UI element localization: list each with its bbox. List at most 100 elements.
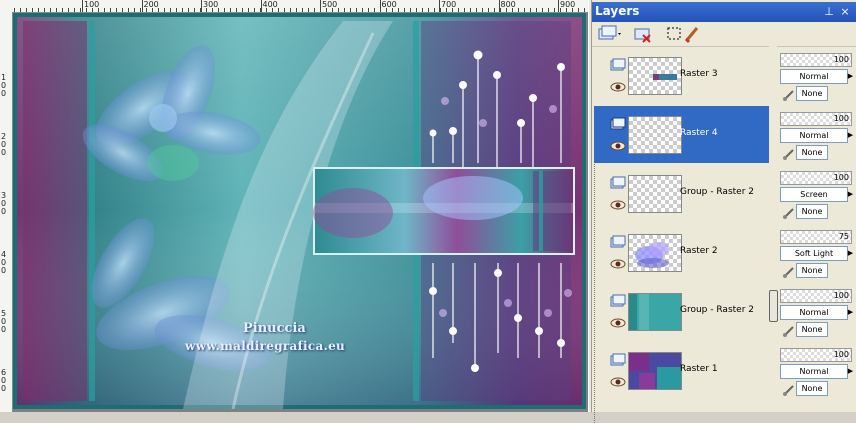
layer-properties: 75 Soft Light ▶ None <box>780 224 856 281</box>
layer-row[interactable]: Raster 1 <box>594 342 769 399</box>
ruler-minor-tick <box>278 8 279 12</box>
ruler-minor-tick <box>248 8 249 12</box>
blend-mode-dropdown[interactable]: Normal <box>780 128 848 143</box>
close-icon[interactable]: × <box>838 5 852 19</box>
ruler-label: 800 <box>500 0 516 9</box>
ruler-minor-tick <box>368 8 369 12</box>
dropdown-arrow-icon[interactable]: ▶ <box>846 364 855 379</box>
mask-button[interactable]: None <box>796 263 828 278</box>
layer-row[interactable]: Raster 3 <box>594 47 769 104</box>
ruler-label: 600 <box>381 0 397 9</box>
ruler-minor-tick <box>452 8 453 12</box>
ruler-minor-tick <box>296 8 297 12</box>
ruler-minor-tick <box>74 8 75 12</box>
palette-title: Layers <box>595 4 640 18</box>
brush-icon <box>782 146 796 160</box>
ruler-label: 0 <box>1 266 7 275</box>
layer-name: Raster 1 <box>680 364 718 374</box>
mask-button[interactable]: None <box>796 381 828 396</box>
blend-mode-dropdown[interactable]: Normal <box>780 305 848 320</box>
brush-icon <box>782 87 796 101</box>
blend-mode-dropdown[interactable]: Screen <box>780 187 848 202</box>
opacity-slider[interactable]: 100 <box>780 289 852 303</box>
brush-icon[interactable] <box>682 24 704 44</box>
ruler-minor-tick <box>164 8 165 12</box>
ruler-minor-tick <box>230 8 231 12</box>
visibility-eye-icon[interactable] <box>610 77 626 92</box>
ruler-minor-tick <box>566 8 567 12</box>
layer-row-selected[interactable]: Raster 4 <box>594 106 769 163</box>
image-canvas-area[interactable]: 100 200 300 400 500 600 700 800 900 100200300400… <box>0 0 588 412</box>
layer-thumbnail <box>628 234 682 272</box>
raster-layer-icon <box>610 352 626 366</box>
dropdown-arrow-icon[interactable]: ▶ <box>846 246 855 261</box>
ruler-minor-tick <box>224 8 225 12</box>
opacity-slider[interactable]: 100 <box>780 53 852 67</box>
ruler-minor-tick <box>128 8 129 12</box>
visibility-eye-icon[interactable] <box>610 195 626 210</box>
ruler-minor-tick <box>584 8 585 12</box>
mask-button[interactable]: None <box>796 204 828 219</box>
layers-palette: Layers ⊥ × Raster 3 Raster 4 Group - Ras… <box>592 0 856 423</box>
ruler-minor-tick <box>218 8 219 12</box>
scroll-thumb[interactable] <box>769 290 778 322</box>
ruler-minor-tick <box>236 8 237 12</box>
ruler-label: 0 <box>1 325 7 334</box>
ruler-minor-tick <box>374 8 375 12</box>
ruler-minor-tick <box>320 8 321 12</box>
layer-name: Raster 3 <box>680 69 718 79</box>
dropdown-arrow-icon[interactable]: ▶ <box>846 69 855 84</box>
dropdown-arrow-icon[interactable]: ▶ <box>846 305 855 320</box>
ruler-minor-tick <box>398 8 399 12</box>
ruler-minor-tick <box>170 8 171 12</box>
visibility-eye-icon[interactable] <box>610 313 626 328</box>
pin-icon[interactable]: ⊥ <box>822 5 836 19</box>
horizontal-ruler: 100 200 300 400 500 600 700 800 900 <box>0 0 588 13</box>
new-layer-icon[interactable] <box>596 24 621 44</box>
visibility-eye-icon[interactable] <box>610 254 626 269</box>
mask-button[interactable]: None <box>796 86 828 101</box>
opacity-slider[interactable]: 100 <box>780 171 852 185</box>
ruler-minor-tick <box>482 8 483 12</box>
brush-icon <box>782 205 796 219</box>
artwork-canvas[interactable]: Pinuccia www.maldiregrafica.eu <box>13 13 586 410</box>
ruler-minor-tick <box>356 8 357 12</box>
layers-scrollbar[interactable] <box>769 46 778 412</box>
blend-mode-dropdown[interactable]: Soft Light <box>780 246 848 261</box>
ruler-minor-tick <box>500 8 501 12</box>
mask-button[interactable]: None <box>796 145 828 160</box>
group-layer-icon <box>610 293 626 307</box>
ruler-minor-tick <box>404 8 405 12</box>
delete-layer-icon[interactable] <box>632 24 654 44</box>
ruler-minor-tick <box>272 8 273 12</box>
ruler-minor-tick <box>38 8 39 12</box>
opacity-slider[interactable]: 75 <box>780 230 852 244</box>
ruler-minor-tick <box>428 8 429 12</box>
layer-thumbnail <box>628 175 682 213</box>
ruler-minor-tick <box>578 8 579 12</box>
blend-mode-dropdown[interactable]: Normal <box>780 364 848 379</box>
layer-thumbnail <box>628 352 682 390</box>
layer-row[interactable]: Group - Raster 2 <box>594 165 769 222</box>
palette-titlebar[interactable]: Layers ⊥ × <box>592 2 856 22</box>
layer-row[interactable]: Raster 2 <box>594 224 769 281</box>
mask-button[interactable]: None <box>796 322 828 337</box>
layer-properties: 100 Normal ▶ None <box>780 47 856 104</box>
ruler-label: 0 <box>1 148 7 157</box>
visibility-eye-icon[interactable] <box>610 372 626 387</box>
layer-row[interactable]: Group - Raster 2 <box>594 283 769 340</box>
ruler-minor-tick <box>242 8 243 12</box>
dropdown-arrow-icon[interactable]: ▶ <box>846 128 855 143</box>
layer-thumbnail <box>628 293 682 331</box>
ruler-minor-tick <box>518 8 519 12</box>
opacity-slider[interactable]: 100 <box>780 348 852 362</box>
dropdown-arrow-icon[interactable]: ▶ <box>846 187 855 202</box>
blend-mode-dropdown[interactable]: Normal <box>780 69 848 84</box>
ruler-minor-tick <box>362 8 363 12</box>
opacity-slider[interactable]: 100 <box>780 112 852 126</box>
layer-properties-column: 100 Normal ▶ None 100 Normal ▶ None 100 … <box>780 47 856 412</box>
ruler-minor-tick <box>290 8 291 12</box>
visibility-eye-icon[interactable] <box>610 136 626 151</box>
ruler-label: 0 <box>1 89 7 98</box>
brush-icon <box>782 264 796 278</box>
